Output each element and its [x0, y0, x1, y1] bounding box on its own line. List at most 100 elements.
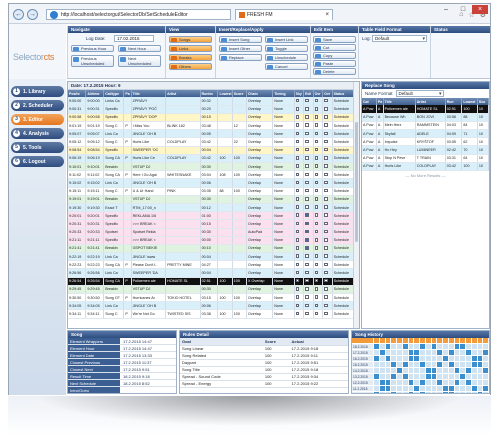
checkbox-icon[interactable] — [305, 180, 309, 185]
browser-tab[interactable]: FRESH FM × — [235, 9, 333, 20]
checkbox-icon[interactable] — [305, 107, 309, 111]
next-hour-button[interactable]: Next Hour — [118, 45, 161, 52]
checkbox-icon[interactable] — [305, 295, 309, 299]
log-date-input[interactable]: 17.02.2015 — [114, 35, 154, 42]
address-bar[interactable]: http://localhost/selectorgui/SelectorDb/… — [46, 9, 231, 20]
history-cell[interactable] — [483, 392, 489, 393]
table-row[interactable]: 9:05:07 9:05:07 Link Ca JINGLE 'OH B 00:05 Ov… — [68, 129, 359, 139]
checkbox-icon[interactable] — [324, 213, 328, 217]
checkbox-icon[interactable] — [295, 197, 300, 201]
column-header[interactable]: Sky — [294, 90, 305, 97]
column-header[interactable]: Artist — [415, 98, 446, 105]
checkbox-icon[interactable] — [324, 123, 328, 127]
close-window-icon[interactable]: × — [472, 5, 488, 14]
checkbox-icon[interactable] — [305, 262, 309, 267]
checkbox-icon[interactable] — [314, 156, 319, 160]
checkbox-icon[interactable] — [295, 164, 300, 168]
checkbox-icon[interactable] — [324, 197, 328, 201]
table-row[interactable]: 9:11:02 9:11:02 Song CA P Here I Go Agai WHIT… — [68, 170, 359, 180]
table-row[interactable]: 9:00:00 9:00:00 Links Ca ZPRÁVY 00:32 Overlap… — [68, 97, 359, 106]
table-row[interactable]: 9:22:19 9:22:19 Link Ca JINGLE 'www 00:04 Ove… — [68, 252, 359, 262]
checkbox-icon[interactable] — [324, 254, 328, 258]
column-header[interactable]: Cat — [362, 98, 377, 105]
table-row[interactable]: 9:26:56 9:26:56 Link Ca SWEEPER 'DA 00:04 Ove… — [68, 268, 359, 278]
table-row[interactable]: 9:10:01 9:10:01 Breakin VSTUP DJ 00:30 Overla… — [68, 162, 359, 172]
replace-button[interactable]: Replace — [219, 54, 262, 61]
list-item[interactable]: A Pow A Ho Hey LUMINEER 02:42 70 10 — [362, 145, 490, 155]
column-header[interactable]: Airtime — [85, 90, 105, 97]
checkbox-icon[interactable] — [314, 188, 319, 193]
toggle-button[interactable]: Toggle — [265, 45, 308, 52]
table-row[interactable]: 9:21:41 9:21:41 Breakin GSPOT BEKIE 00:10 Ove… — [68, 244, 359, 254]
checkbox-icon[interactable] — [314, 164, 319, 168]
list-item[interactable]: A Pow A Impulse KRYŠTOF 03:55 62 10 — [362, 137, 490, 147]
table-row[interactable]: 9:19:30 9:19:30 Exact T RTM_17:00_n 00:12 Ove… — [68, 203, 359, 213]
checkbox-icon[interactable] — [305, 270, 309, 275]
table-row[interactable]: 9:01:19 9:01:19 Song CPI Miss You BLINK 182… — [68, 121, 359, 131]
previous-hour-button[interactable]: Previous Hour — [71, 45, 114, 52]
table-row[interactable]: 9:06:19 9:06:19 Song CA P Hurts Like Ce COLDP… — [68, 154, 359, 164]
checkbox-icon[interactable] — [314, 172, 319, 177]
checkbox-icon[interactable] — [324, 147, 328, 152]
checkbox-icon[interactable] — [305, 172, 309, 177]
view-songs-button[interactable]: Songs — [169, 36, 212, 43]
table-row[interactable]: 9:26:54 9:26:54 Song CA P Policemen ale HOMAT… — [68, 277, 359, 286]
column-header[interactable]: Pa — [376, 98, 384, 105]
sidebar-item-editor[interactable]: 3 3. Editor — [11, 114, 64, 125]
checkbox-icon[interactable] — [305, 254, 309, 258]
delete-button[interactable]: Delete — [313, 68, 356, 75]
table-row[interactable]: Song Linear 100 17.2.2015 9:18 — [180, 345, 348, 353]
list-item[interactable]: A Pow A Stop N Peve T TRAIN 03:31 64 10 — [362, 154, 490, 163]
forward-button[interactable]: → — [27, 9, 38, 20]
checkbox-icon[interactable] — [305, 188, 309, 193]
checkbox-icon[interactable] — [295, 180, 300, 185]
copy-button[interactable]: Copy — [313, 52, 356, 59]
checkbox-icon[interactable] — [305, 156, 309, 160]
column-header[interactable]: Runtm — [200, 90, 219, 97]
table-row[interactable]: 9:00:31 9:00:31 Specific ZPRÁVY 'POČ 00:20 Ov… — [68, 105, 359, 114]
list-item[interactable]: A Pow A Because Wh BON JOVI 03:58 88 10 — [362, 113, 490, 122]
checkbox-icon[interactable] — [305, 98, 309, 103]
checkbox-icon[interactable] — [324, 180, 328, 185]
checkbox-icon[interactable] — [324, 311, 328, 316]
checkbox-icon[interactable] — [295, 139, 300, 144]
table-row[interactable]: 9:34:11 9:34:11 Song C P We're Not Go TWISTED… — [68, 309, 359, 319]
log-scrollbar[interactable] — [353, 82, 359, 328]
checkbox-icon[interactable] — [314, 205, 319, 209]
checkbox-icon[interactable] — [314, 180, 319, 185]
name-format-select[interactable]: Default — [395, 90, 444, 97]
column-header[interactable]: Title — [131, 90, 167, 97]
checkbox-icon[interactable] — [295, 107, 300, 111]
column-header[interactable]: Lowest — [461, 98, 478, 105]
table-row[interactable]: Daypart 100 17.2.2015 9:51 — [180, 359, 348, 367]
table-row[interactable]: Song Related 100 17.2.2015 9:11 — [180, 352, 348, 360]
checkbox-icon[interactable] — [324, 205, 328, 209]
column-header[interactable]: Ovr — [313, 90, 324, 97]
checkbox-icon[interactable] — [324, 131, 328, 136]
table-row[interactable]: Song Title 100 17.2.2015 9:18 — [180, 366, 348, 374]
table-row[interactable]: Spread - Sound Code 100 17.2.2015 9:34 — [180, 373, 348, 381]
previous-unscheduled-button[interactable]: Previous Unscheduled — [71, 55, 114, 67]
checkbox-icon[interactable] — [324, 262, 328, 267]
checkbox-icon[interactable] — [295, 262, 300, 267]
checkbox-icon[interactable] — [324, 139, 328, 144]
cancel-button[interactable]: Cancel — [265, 63, 308, 70]
column-header[interactable]: Edt — [303, 90, 314, 97]
next-unscheduled-button[interactable]: Next Unscheduled — [118, 55, 161, 67]
checkbox-icon[interactable] — [314, 139, 319, 144]
checkbox-icon[interactable] — [305, 164, 309, 168]
column-header[interactable]: Sco — [477, 98, 490, 105]
checkbox-icon[interactable] — [295, 188, 300, 193]
minimize-icon[interactable]: – — [438, 5, 454, 14]
column-header[interactable]: Title — [383, 98, 416, 105]
checkbox-icon[interactable] — [324, 98, 328, 103]
checkbox-icon[interactable] — [295, 303, 300, 308]
checkbox-icon[interactable] — [295, 238, 300, 242]
checkbox-icon[interactable] — [314, 278, 319, 283]
checkbox-icon[interactable] — [324, 295, 328, 299]
checkbox-icon[interactable] — [314, 287, 319, 291]
checkbox-icon[interactable] — [324, 229, 328, 234]
checkbox-icon[interactable] — [314, 98, 319, 103]
checkbox-icon[interactable] — [295, 172, 300, 177]
insert-other-button[interactable]: Insert Other — [219, 45, 262, 52]
